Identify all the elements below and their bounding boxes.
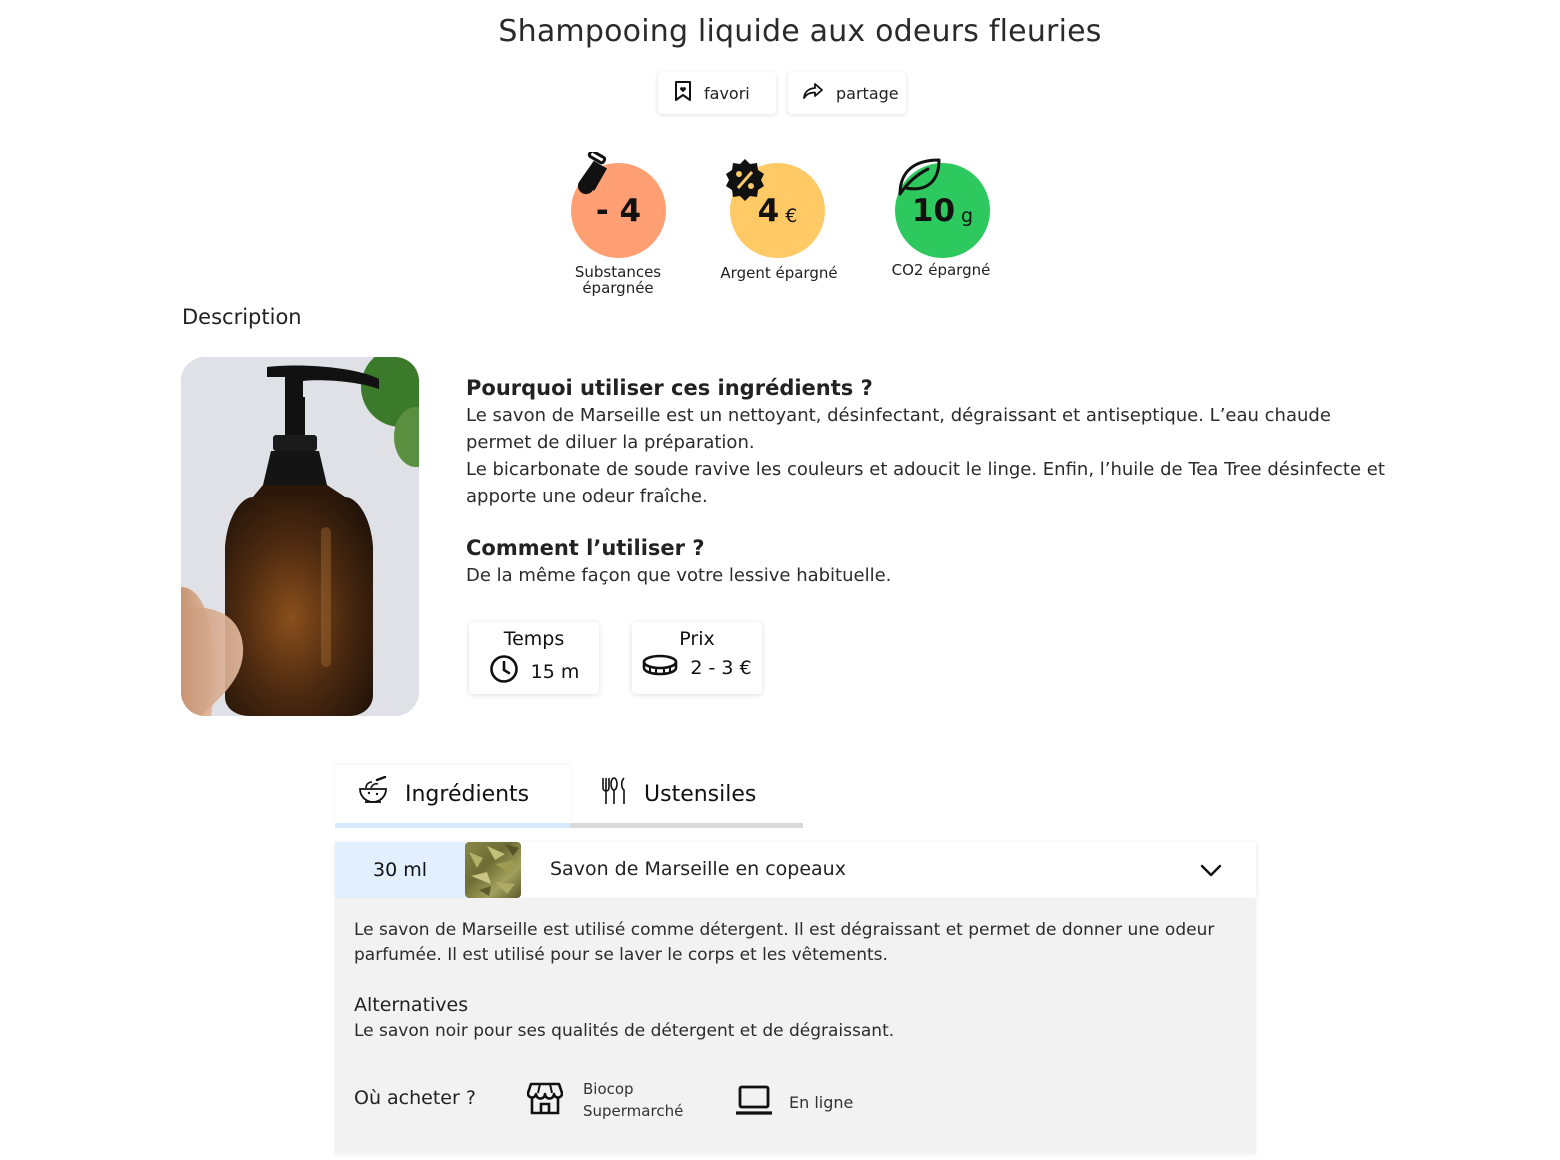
store-icon xyxy=(526,1081,564,1119)
where-to-buy-title: Où acheter ? xyxy=(354,1087,476,1109)
tab-utensils[interactable]: Ustensiles xyxy=(570,765,803,823)
laptop-icon xyxy=(735,1084,773,1120)
time-card: Temps 15 m xyxy=(469,622,599,694)
why-text-1: Le savon de Marseille est un nettoyant, … xyxy=(466,405,1331,453)
tab-utensils-label: Ustensiles xyxy=(644,781,757,807)
share-label: partage xyxy=(836,83,899,103)
buy-online: En ligne xyxy=(735,1084,853,1120)
share-button[interactable]: partage xyxy=(788,72,906,114)
ingredient-thumbnail xyxy=(465,842,521,898)
tab-ingredients-label: Ingrédients xyxy=(405,781,530,807)
price-value: 2 - 3 € xyxy=(690,656,752,679)
price-title: Prix xyxy=(679,628,715,650)
coin-icon xyxy=(642,654,678,681)
stat-unit: € xyxy=(785,204,798,227)
share-arrow-icon xyxy=(802,82,824,104)
alternatives-text: Le savon noir pour ses qualités de déter… xyxy=(354,1021,895,1041)
tab-indicator xyxy=(570,823,803,828)
stat-label: Argent épargné xyxy=(720,264,838,282)
tabs: Ingrédients Ustensiles xyxy=(335,765,803,828)
stat-label: Substances épargnée xyxy=(574,263,662,297)
online-label: En ligne xyxy=(789,1092,854,1112)
ingredient-quantity: 30 ml xyxy=(335,842,465,898)
ingredient-row[interactable]: 30 ml Savon de Marseille en copeaux xyxy=(335,842,1256,898)
time-title: Temps xyxy=(503,628,565,650)
price-card: Prix 2 - 3 € xyxy=(632,622,762,694)
ingredient-detail: Le savon de Marseille est utilisé comme … xyxy=(335,898,1256,1153)
time-value: 15 m xyxy=(530,660,580,683)
clock-icon xyxy=(489,654,519,689)
page-title: Shampooing liquide aux odeurs fleuries xyxy=(498,14,1102,49)
stat-label: CO2 épargné xyxy=(891,261,991,279)
favorite-button[interactable]: favori xyxy=(658,72,776,114)
alternatives-title: Alternatives xyxy=(354,994,469,1016)
description-heading: Description xyxy=(182,305,302,329)
discount-badge-icon xyxy=(722,157,768,207)
store-type: Supermarché xyxy=(583,1102,684,1120)
why-text-2: Le bicarbonate de soude ravive les coule… xyxy=(466,459,1385,507)
tab-ingredients[interactable]: Ingrédients xyxy=(335,765,570,823)
leaf-icon xyxy=(896,156,942,202)
product-image xyxy=(181,357,419,716)
description-content: Pourquoi utiliser ces ingrédients ? Le s… xyxy=(466,376,1396,589)
buy-store: Biocop Supermarché xyxy=(526,1078,684,1122)
store-name: Biocop xyxy=(583,1080,634,1098)
stat-unit: g xyxy=(961,204,974,227)
mortar-bowl-icon xyxy=(357,775,389,812)
how-title: Comment l’utiliser ? xyxy=(466,536,705,560)
favorite-label: favori xyxy=(704,83,750,103)
bookmark-heart-icon xyxy=(674,80,692,106)
ingredient-name: Savon de Marseille en copeaux xyxy=(550,858,846,880)
utensils-icon xyxy=(600,776,628,812)
flask-icon xyxy=(571,149,611,202)
tab-indicator-active xyxy=(335,823,570,828)
ingredient-description: Le savon de Marseille est utilisé comme … xyxy=(354,920,1215,965)
why-title: Pourquoi utiliser ces ingrédients ? xyxy=(466,376,873,400)
chevron-down-icon[interactable] xyxy=(1200,862,1222,881)
how-text: De la même façon que votre lessive habit… xyxy=(466,565,892,586)
